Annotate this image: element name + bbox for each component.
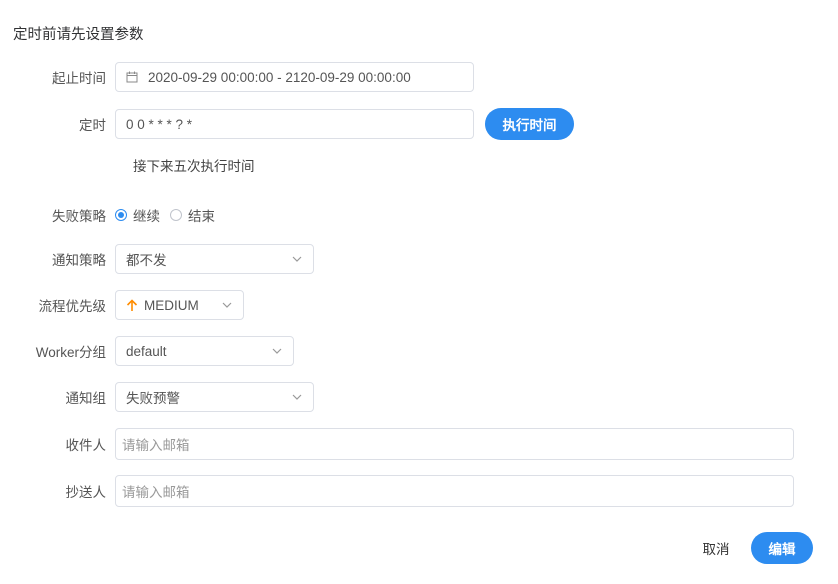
notify-group-row: 通知组 失败预警 [0, 382, 314, 412]
receivers-label: 收件人 [65, 438, 107, 453]
priority-selected: MEDIUM [126, 298, 199, 313]
failure-strategy-label: 失败策略 [52, 209, 106, 224]
notify-group-label: 通知组 [65, 391, 107, 406]
calendar-icon [126, 71, 138, 83]
worker-group-select[interactable]: default [115, 336, 294, 366]
priority-value: MEDIUM [144, 297, 199, 313]
receivers-placeholder: 请输入邮箱 [122, 438, 190, 453]
radio-continue[interactable]: 继续 [115, 205, 160, 225]
chevron-down-icon [271, 345, 283, 357]
arrow-up-icon [126, 298, 138, 312]
radio-continue-label: 继续 [133, 209, 160, 224]
worker-group-label: Worker分组 [35, 345, 106, 360]
cc-row: 抄送人 请输入邮箱 [0, 475, 794, 507]
chevron-down-icon [291, 253, 303, 265]
receivers-input[interactable]: 请输入邮箱 [115, 428, 794, 460]
crontab-row: 定时 0 0 * * * ? * 执行时间 [0, 108, 574, 140]
exec-time-button[interactable]: 执行时间 [485, 108, 574, 140]
notify-group-select[interactable]: 失败预警 [115, 382, 314, 412]
chevron-down-icon [291, 391, 303, 403]
time-range-row: 起止时间 2020-09-29 00:00:00 - 2120-09-29 00… [0, 62, 474, 92]
time-range-input[interactable]: 2020-09-29 00:00:00 - 2120-09-29 00:00:0… [115, 62, 474, 92]
dialog-title: 定时前请先设置参数 [13, 27, 144, 43]
failure-strategy-radio-group: 继续 结束 [115, 205, 215, 225]
time-range-value: 2020-09-29 00:00:00 - 2120-09-29 00:00:0… [148, 69, 411, 85]
cc-input[interactable]: 请输入邮箱 [115, 475, 794, 507]
priority-row: 流程优先级 MEDIUM [0, 290, 244, 320]
notify-strategy-label: 通知策略 [52, 253, 106, 268]
worker-group-value: default [126, 343, 167, 359]
notify-strategy-select[interactable]: 都不发 [115, 244, 314, 274]
radio-unchecked-icon [170, 209, 182, 221]
chevron-down-icon [221, 299, 233, 311]
receivers-row: 收件人 请输入邮箱 [0, 428, 794, 460]
priority-label: 流程优先级 [38, 299, 107, 314]
radio-checked-icon [115, 209, 127, 221]
radio-end-label: 结束 [188, 209, 215, 224]
radio-end[interactable]: 结束 [170, 205, 215, 225]
edit-button[interactable]: 编辑 [751, 532, 813, 564]
notify-strategy-row: 通知策略 都不发 [0, 244, 314, 274]
priority-select[interactable]: MEDIUM [115, 290, 244, 320]
crontab-label: 定时 [79, 118, 106, 133]
cancel-button[interactable]: 取消 [693, 532, 739, 564]
crontab-value: 0 0 * * * ? * [126, 116, 193, 132]
worker-group-row: Worker分组 default [0, 336, 294, 366]
notify-strategy-value: 都不发 [126, 253, 167, 268]
cc-placeholder: 请输入邮箱 [122, 485, 190, 500]
next-five-label: 接下来五次执行时间 [133, 159, 255, 174]
cc-label: 抄送人 [65, 485, 107, 500]
time-range-label: 起止时间 [52, 71, 106, 86]
failure-strategy-row: 失败策略 继续 结束 [0, 204, 215, 226]
crontab-input[interactable]: 0 0 * * * ? * [115, 109, 474, 139]
notify-group-value: 失败预警 [126, 391, 180, 406]
